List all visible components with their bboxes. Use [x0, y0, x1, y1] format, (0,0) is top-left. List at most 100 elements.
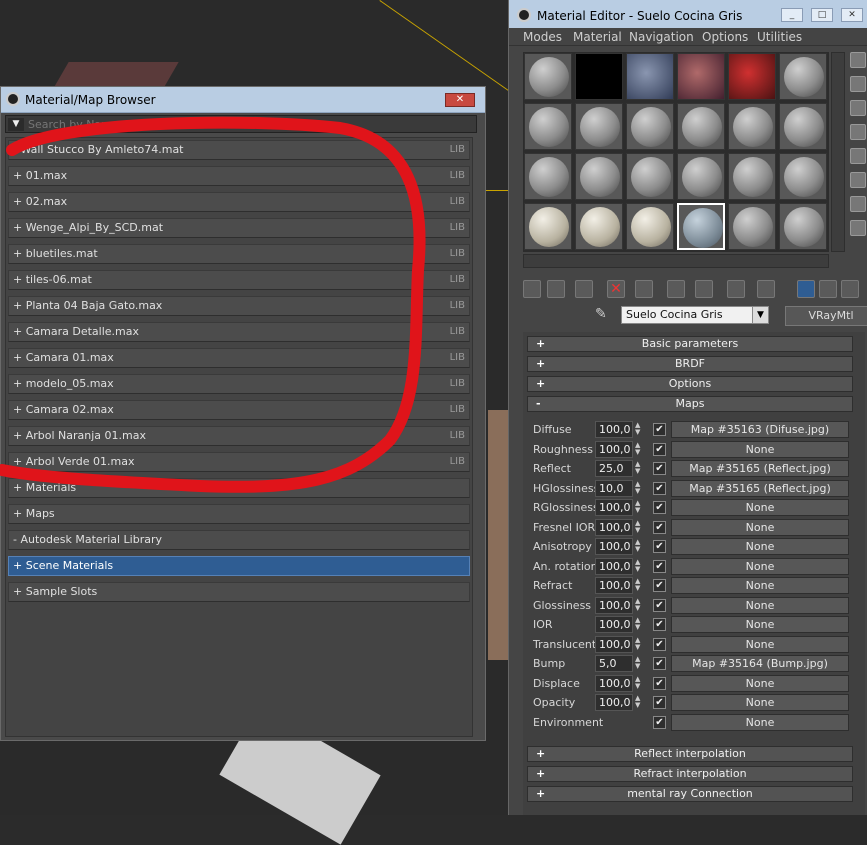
map-slot-button[interactable]: None — [671, 499, 849, 516]
map-slot-button[interactable]: Map #35165 (Reflect.jpg) — [671, 479, 849, 497]
map-enable-checkbox[interactable]: ✔ — [653, 481, 666, 495]
map-amount-field[interactable]: 100,0 — [595, 596, 633, 614]
material-sample-slot[interactable] — [728, 153, 776, 200]
material-sample-slot[interactable] — [779, 203, 827, 250]
material-sample-slot[interactable] — [524, 103, 572, 150]
map-amount-field[interactable]: 100,0 — [595, 616, 633, 633]
show-map-icon[interactable] — [727, 280, 745, 298]
uv-tiling-icon[interactable] — [850, 124, 866, 140]
map-slot-button[interactable]: Map #35163 (Difuse.jpg) — [671, 421, 849, 438]
list-item[interactable]: + Maps — [8, 504, 470, 524]
map-slot-button[interactable]: None — [671, 557, 849, 575]
map-enable-checkbox[interactable]: ✔ — [653, 598, 666, 612]
material-sample-slot[interactable] — [575, 53, 623, 100]
list-item[interactable]: + Planta 04 Baja Gato.max LIB — [8, 296, 470, 316]
spinner-icon[interactable]: ▲ ▼ — [635, 539, 643, 554]
rollout-header[interactable]: Basic parameters + — [527, 336, 853, 352]
show-end-result-icon[interactable] — [757, 280, 775, 298]
make-unique-icon[interactable] — [635, 280, 653, 298]
list-item[interactable]: - Wall Stucco By Amleto74.mat LIB — [8, 140, 470, 160]
list-item[interactable]: + Camara 02.max LIB — [8, 400, 470, 420]
map-slot-button[interactable]: Map #35165 (Reflect.jpg) — [671, 460, 849, 477]
map-slot-button[interactable]: None — [671, 635, 849, 653]
get-material-icon[interactable] — [523, 280, 541, 298]
eyedropper-icon[interactable]: ✎ — [595, 306, 613, 324]
menu-modes[interactable]: Modes — [523, 30, 562, 44]
map-slot-button[interactable]: None — [671, 538, 849, 555]
material-id-icon[interactable] — [695, 280, 713, 298]
map-enable-checkbox[interactable]: ✔ — [653, 540, 666, 553]
select-by-material-icon[interactable] — [850, 220, 866, 236]
map-slot-button[interactable]: None — [671, 713, 849, 731]
go-forward-sibling-icon[interactable] — [819, 280, 837, 298]
spinner-icon[interactable]: ▲ ▼ — [635, 480, 643, 496]
background-icon[interactable] — [850, 100, 866, 116]
list-item[interactable]: + Sample Slots — [8, 582, 470, 602]
map-enable-checkbox[interactable]: ✔ — [653, 442, 666, 456]
maximize-button[interactable]: □ — [811, 8, 833, 22]
map-enable-checkbox[interactable]: ✔ — [653, 676, 666, 690]
spinner-icon[interactable]: ▲ ▼ — [635, 636, 643, 652]
map-enable-checkbox[interactable]: ✔ — [653, 637, 666, 651]
map-slot-button[interactable]: None — [671, 577, 849, 594]
put-material-icon[interactable] — [547, 280, 565, 298]
list-item[interactable]: + Wenge_Alpi_By_SCD.mat LIB — [8, 218, 470, 238]
material-sample-slot[interactable] — [779, 103, 827, 150]
material-sample-slot[interactable] — [626, 153, 674, 200]
put-to-library-icon[interactable] — [667, 280, 685, 298]
chevron-down-icon[interactable]: ▼ — [752, 307, 768, 323]
map-amount-field[interactable]: 100,0 — [595, 538, 633, 555]
material-sample-slot[interactable] — [728, 203, 776, 250]
backlight-icon[interactable] — [850, 76, 866, 92]
material-sample-slot[interactable] — [575, 153, 623, 200]
spinner-icon[interactable]: ▲ ▼ — [635, 578, 643, 593]
material-navigator-icon[interactable] — [841, 280, 859, 298]
go-to-parent-icon[interactable] — [797, 280, 815, 298]
material-sample-slot[interactable] — [524, 153, 572, 200]
minimize-button[interactable]: _ — [781, 8, 803, 22]
material-sample-slot[interactable] — [524, 203, 572, 250]
map-enable-checkbox[interactable]: ✔ — [653, 618, 666, 631]
sample-type-icon[interactable] — [850, 52, 866, 68]
map-amount-field[interactable]: 25,0 — [595, 460, 633, 477]
map-slot-button[interactable]: Map #35164 (Bump.jpg) — [671, 655, 849, 672]
map-enable-checkbox[interactable]: ✔ — [653, 696, 666, 709]
spinner-icon[interactable]: ▲ ▼ — [635, 519, 643, 535]
menu-navigation[interactable]: Navigation — [629, 30, 694, 44]
map-slot-button[interactable]: None — [671, 694, 849, 711]
list-item[interactable]: + Scene Materials — [8, 556, 470, 576]
spinner-icon[interactable]: ▲ ▼ — [635, 695, 643, 710]
map-slot-button[interactable]: None — [671, 616, 849, 633]
rollout-header[interactable]: mental ray Connection + — [527, 786, 853, 802]
map-amount-field[interactable]: 100,0 — [595, 557, 633, 575]
list-item[interactable]: + Arbol Naranja 01.max LIB — [8, 426, 470, 446]
map-slot-button[interactable]: None — [671, 440, 849, 458]
list-item[interactable]: + tiles-06.mat LIB — [8, 270, 470, 290]
map-amount-field[interactable]: 100,0 — [595, 518, 633, 536]
map-amount-field[interactable]: 100,0 — [595, 421, 633, 438]
material-name-field[interactable]: Suelo Cocina Gris ▼ — [621, 306, 769, 324]
rollout-header[interactable]: Reflect interpolation + — [527, 746, 853, 762]
slots-horizontal-scrollbar[interactable] — [523, 254, 829, 268]
make-preview-icon[interactable] — [850, 172, 866, 188]
options-icon[interactable] — [850, 196, 866, 212]
map-amount-field[interactable]: 100,0 — [595, 635, 633, 653]
slots-vertical-scrollbar[interactable] — [831, 52, 845, 252]
delete-icon[interactable]: ✕ — [607, 280, 625, 298]
menu-options[interactable]: Options — [702, 30, 748, 44]
map-enable-checkbox[interactable]: ✔ — [653, 520, 666, 534]
spinner-icon[interactable]: ▲ ▼ — [635, 461, 643, 476]
map-amount-field[interactable]: 100,0 — [595, 577, 633, 594]
map-enable-checkbox[interactable]: ✔ — [653, 462, 666, 475]
list-item[interactable]: + 01.max LIB — [8, 166, 470, 186]
material-sample-slot[interactable] — [728, 53, 776, 100]
map-amount-field[interactable]: 100,0 — [595, 440, 633, 458]
material-sample-slot[interactable] — [677, 153, 725, 200]
list-item[interactable]: + 02.max LIB — [8, 192, 470, 212]
map-enable-checkbox[interactable]: ✔ — [653, 423, 666, 436]
map-slot-button[interactable]: None — [671, 518, 849, 536]
list-item[interactable]: + Materials — [8, 478, 470, 498]
search-input[interactable] — [28, 117, 468, 131]
list-item[interactable]: - Autodesk Material Library — [8, 530, 470, 550]
material-sample-slot[interactable] — [524, 53, 572, 100]
